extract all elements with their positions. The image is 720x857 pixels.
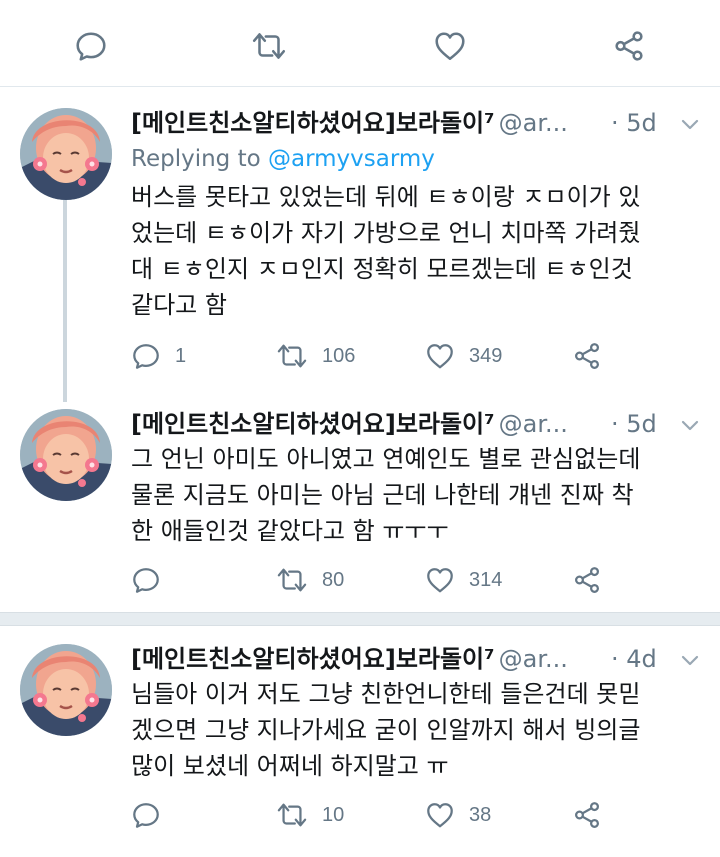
like-count: 314 <box>469 569 503 591</box>
tweet-text-line: 겠으면 그냥 지나가세요 굳이 인알까지 해서 빙의글 <box>131 716 641 744</box>
share-icon[interactable] <box>572 800 602 830</box>
tweet-text-line: 버스를 못타고 있었는데 뒤에 ㅌㅎ이랑 ㅈㅁ이가 있 <box>131 183 641 211</box>
tweet-text: 그 언닌 아미도 아니였고 연예인도 별로 관심없는데 물론 지금도 아미는 아… <box>131 441 701 549</box>
reply-icon[interactable] <box>131 800 161 830</box>
chevron-down-icon[interactable] <box>680 114 700 134</box>
reply-icon[interactable] <box>74 29 108 63</box>
tweet-actions: 80 314 <box>131 565 691 599</box>
reply-icon[interactable] <box>131 565 161 595</box>
tweet-text-line: 많이 보셨네 어쩌네 하지말고 ㅠ <box>131 752 449 780</box>
like-count: 349 <box>469 345 503 367</box>
heart-icon[interactable] <box>425 565 455 595</box>
retweet-count: 10 <box>322 804 345 826</box>
tweet[interactable]: [메인트친소알티하셨어요]보라돌이⁷ @ar... · 4d 님들아 이거 저도 … <box>0 626 720 857</box>
avatar[interactable] <box>20 644 112 736</box>
avatar[interactable] <box>20 409 112 501</box>
like-count: 38 <box>469 804 492 826</box>
handle[interactable]: @ar... <box>499 410 568 438</box>
heart-icon[interactable] <box>425 800 455 830</box>
tweet-text-line: 한 애들인것 같았다고 함 ㅠㅜㅜ <box>131 517 449 545</box>
tweet-text-line: 물론 지금도 아미는 아님 근데 나한테 걔넨 진짜 착 <box>131 481 634 509</box>
tweet-actions: 10 38 <box>131 800 691 834</box>
tweet-text-line: 같다고 함 <box>131 291 227 319</box>
reply-icon[interactable] <box>131 341 161 371</box>
tweet-header: [메인트친소알티하셨어요]보라돌이⁷ @ar... <box>131 644 568 674</box>
timestamp[interactable]: · 4d <box>611 644 657 674</box>
share-icon[interactable] <box>612 29 646 63</box>
retweet-icon[interactable] <box>250 29 288 63</box>
retweet-count: 80 <box>322 569 345 591</box>
handle[interactable]: @ar... <box>499 645 568 673</box>
retweet-icon[interactable] <box>275 565 309 595</box>
retweet-icon[interactable] <box>275 341 309 371</box>
tweet[interactable]: [메인트친소알티하셨어요]보라돌이⁷ @ar... · 5d 그 언닌 아미도 아… <box>0 395 720 613</box>
heart-icon[interactable] <box>425 341 455 371</box>
share-icon[interactable] <box>572 341 602 371</box>
retweet-icon[interactable] <box>275 800 309 830</box>
chevron-down-icon[interactable] <box>680 415 700 435</box>
display-name[interactable]: [메인트친소알티하셨어요]보라돌이⁷ <box>131 410 495 438</box>
tweet[interactable]: [메인트친소알티하셨어요]보라돌이⁷ @ar... · 5d Replying t… <box>0 87 720 395</box>
tweet-text-line: 었는데 ㅌㅎ이가 자기 가방으로 언니 치마쪽 가려줬 <box>131 219 641 247</box>
replying-to: Replying to @armyvsarmy <box>131 146 435 172</box>
chevron-down-icon[interactable] <box>680 650 700 670</box>
heart-icon[interactable] <box>433 29 467 63</box>
tweet-header: [메인트친소알티하셨어요]보라돌이⁷ @ar... <box>131 409 568 439</box>
mention-link[interactable]: @armyvsarmy <box>268 146 435 172</box>
reply-count: 1 <box>175 345 187 367</box>
share-icon[interactable] <box>572 565 602 595</box>
top-action-bar <box>0 0 720 86</box>
display-name[interactable]: [메인트친소알티하셨어요]보라돌이⁷ <box>131 645 495 673</box>
tweet-text: 버스를 못타고 있었는데 뒤에 ㅌㅎ이랑 ㅈㅁ이가 있 었는데 ㅌㅎ이가 자기 … <box>131 179 701 323</box>
timestamp[interactable]: · 5d <box>611 108 657 138</box>
section-divider <box>0 612 720 626</box>
handle[interactable]: @ar... <box>499 109 568 137</box>
tweet-header: [메인트친소알티하셨어요]보라돌이⁷ @ar... <box>131 108 568 138</box>
tweet-actions: 1 106 349 <box>131 341 691 375</box>
tweet-text-line: 대 ㅌㅎ인지 ㅈㅁ인지 정확히 모르겠는데 ㅌㅎ인것 <box>131 255 633 283</box>
replying-to-label: Replying to <box>131 146 261 172</box>
retweet-count: 106 <box>322 345 356 367</box>
avatar[interactable] <box>20 108 112 200</box>
display-name[interactable]: [메인트친소알티하셨어요]보라돌이⁷ <box>131 109 495 137</box>
tweet-text-line: 님들아 이거 저도 그냥 친한언니한테 들은건데 못믿 <box>131 680 641 708</box>
tweet-text-line: 그 언닌 아미도 아니였고 연예인도 별로 관심없는데 <box>131 445 641 473</box>
timestamp[interactable]: · 5d <box>611 409 657 439</box>
tweet-text: 님들아 이거 저도 그냥 친한언니한테 들은건데 못믿 겠으면 그냥 지나가세요… <box>131 676 701 784</box>
